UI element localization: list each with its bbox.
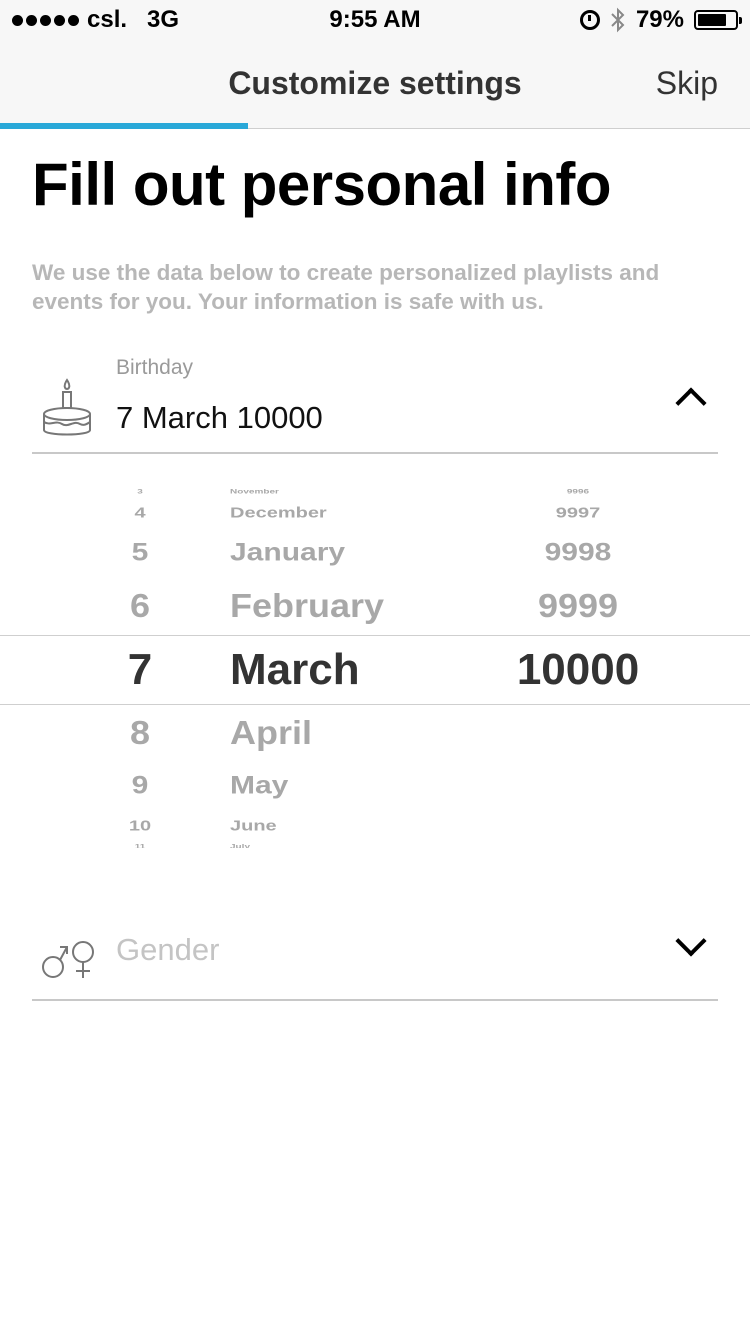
picker-day-option[interactable]: 9 <box>90 773 190 798</box>
status-bar: csl. 3G 9:55 AM 79% <box>0 0 750 40</box>
birthday-cake-icon <box>40 378 94 445</box>
nav-bar: Customize settings Skip <box>0 40 750 129</box>
picker-year-option[interactable]: 9996 <box>478 488 678 496</box>
gender-icon <box>40 938 98 987</box>
picker-month-option[interactable]: January <box>230 540 345 565</box>
battery-icon <box>694 10 742 30</box>
chevron-down-icon[interactable] <box>675 925 707 957</box>
picker-month-option[interactable]: April <box>230 716 312 749</box>
skip-button[interactable]: Skip <box>656 65 718 102</box>
nav-title: Customize settings <box>228 65 522 101</box>
picker-month-option[interactable]: June <box>230 818 277 833</box>
picker-month-option[interactable]: July <box>230 843 250 848</box>
picker-month-option[interactable]: March <box>230 648 360 692</box>
progress-fill <box>0 123 248 129</box>
bluetooth-icon <box>610 7 626 33</box>
chevron-up-icon[interactable] <box>675 387 707 419</box>
birthday-label: Birthday <box>116 356 194 379</box>
picker-day-option[interactable]: 11 <box>90 843 190 848</box>
picker-day-option[interactable]: 4 <box>90 505 190 520</box>
alarm-icon <box>579 10 600 30</box>
date-picker[interactable]: 3 4 5 6 7 8 9 10 11 November December January Februa… <box>0 488 750 848</box>
picker-day-option[interactable]: 8 <box>90 716 190 749</box>
birthday-field[interactable]: Birthday 7 March 10000 <box>32 352 718 454</box>
picker-day-option[interactable]: 7 <box>90 648 190 692</box>
picker-day-option[interactable]: 5 <box>90 540 190 565</box>
battery-percent: 79% <box>635 6 684 33</box>
picker-month-option[interactable]: November <box>230 488 279 496</box>
picker-day-option[interactable]: 3 <box>90 488 190 496</box>
page-title: Fill out personal info <box>32 151 611 218</box>
picker-year-option[interactable]: 9998 <box>478 540 678 565</box>
picker-year-option[interactable]: 9997 <box>478 505 678 520</box>
picker-selection-bottom-line <box>0 704 750 705</box>
picker-month-option[interactable]: February <box>230 589 384 622</box>
page-description: We use the data below to create personal… <box>32 260 660 314</box>
picker-selection-top-line <box>0 635 750 636</box>
picker-month-option[interactable]: May <box>230 773 288 798</box>
picker-day-option[interactable]: 6 <box>90 589 190 622</box>
picker-year-option[interactable]: 10000 <box>478 648 678 692</box>
picker-year-option[interactable]: 9999 <box>478 589 678 622</box>
gender-placeholder: Gender <box>116 932 220 967</box>
picker-day-option[interactable]: 10 <box>90 818 190 833</box>
birthday-value: 7 March 10000 <box>116 400 323 435</box>
gender-field[interactable]: Gender <box>32 900 718 1001</box>
picker-month-option[interactable]: December <box>230 505 327 520</box>
status-right: 79% <box>579 6 742 34</box>
progress-bar <box>0 123 750 129</box>
